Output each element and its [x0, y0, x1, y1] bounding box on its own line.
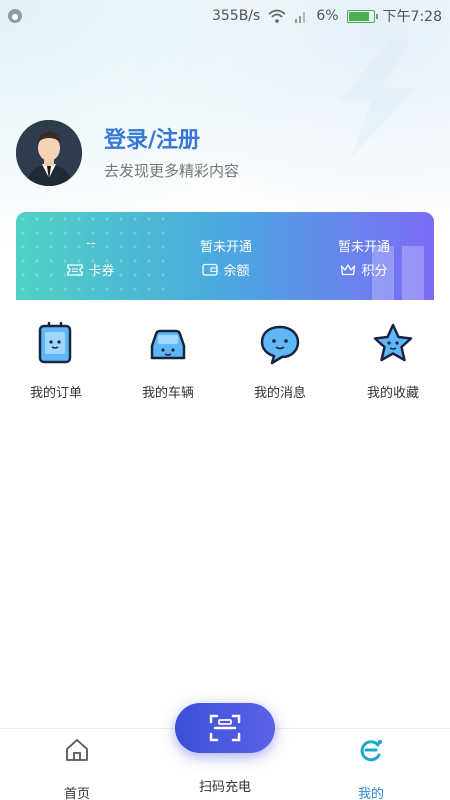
notification-icon: ●	[8, 9, 22, 23]
star-icon	[373, 323, 413, 362]
lightning-bolt-decoration	[340, 40, 415, 160]
car-icon	[150, 329, 186, 360]
avatar[interactable]	[16, 120, 82, 186]
points-value: 暂未开通	[337, 240, 390, 255]
scan-charge-label: 扫码充电	[198, 780, 251, 795]
status-bar: ● 355B/s 6% 下午7:28	[0, 0, 450, 32]
tab-mine[interactable]: 我的	[326, 737, 416, 800]
coupons-value: --	[86, 236, 96, 251]
my-messages-button[interactable]: 我的消息	[230, 322, 330, 401]
battery-percent: 6%	[316, 8, 339, 24]
user-avatar-icon	[16, 120, 82, 186]
points-label: 积分	[361, 264, 388, 279]
balance-label: 余额	[223, 264, 250, 279]
order-icon	[38, 321, 72, 364]
wallet-icon	[202, 263, 219, 276]
wallet-points[interactable]: 暂未开通 积分	[304, 236, 424, 279]
battery-icon	[346, 9, 378, 23]
my-orders-label: 我的订单	[29, 386, 82, 401]
my-vehicles-button[interactable]: 我的车辆	[118, 322, 218, 401]
wifi-icon	[268, 9, 286, 23]
signal-icon	[295, 12, 306, 23]
tab-home-label: 首页	[63, 787, 90, 800]
my-favorites-button[interactable]: 我的收藏	[343, 322, 443, 401]
mine-icon	[360, 739, 383, 762]
tab-home[interactable]: 首页	[32, 737, 122, 800]
balance-value: 暂未开通	[199, 240, 252, 255]
clock: 下午7:28	[382, 9, 442, 25]
my-favorites-label: 我的收藏	[366, 386, 419, 401]
home-icon	[66, 739, 88, 761]
message-icon	[260, 325, 300, 365]
coupons-label: 卡券	[88, 264, 115, 279]
my-vehicles-label: 我的车辆	[141, 386, 194, 401]
crown-icon	[341, 264, 356, 276]
wallet-balance[interactable]: 暂未开通 余额	[166, 236, 286, 279]
login-subtitle: 去发现更多精彩内容	[104, 162, 240, 180]
wallet-coupons[interactable]: -- 卡券	[31, 236, 151, 279]
wallet-card: -- 卡券 暂未开通 余额 暂未开通 积分	[16, 212, 434, 300]
ticket-icon	[67, 263, 84, 276]
tab-mine-label: 我的	[357, 787, 384, 800]
scan-charge-button[interactable]	[175, 703, 275, 753]
my-messages-label: 我的消息	[253, 386, 306, 401]
login-register-link[interactable]: 登录/注册	[104, 122, 200, 154]
network-speed: 355B/s	[211, 8, 261, 24]
my-orders-button[interactable]: 我的订单	[6, 321, 106, 401]
scan-icon	[209, 714, 241, 742]
